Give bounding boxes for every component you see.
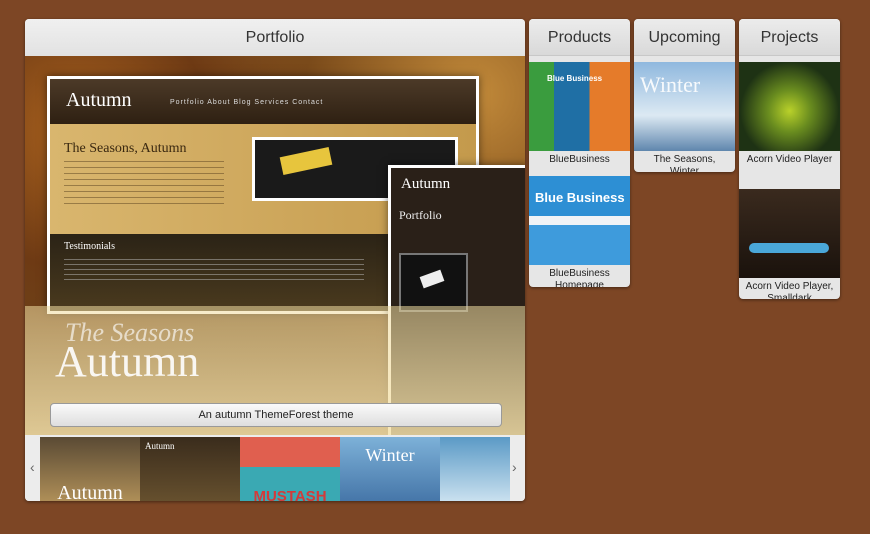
project-label[interactable]: Acorn Video Player: [743, 154, 836, 176]
thumbnail-strip: ‹ Autumn Autumn MUSTASH Winter ›: [25, 435, 525, 501]
thumbnail[interactable]: Autumn: [140, 437, 240, 501]
portfolio-panel: Portfolio Autumn Portfolio About Blog Se…: [25, 19, 525, 501]
portfolio-title: Portfolio: [25, 19, 525, 57]
products-panel: Products BlueBusiness BlueBusiness Homep…: [529, 19, 630, 287]
slide-logo: Autumn: [66, 89, 132, 111]
slide-heading: The Seasons, Autumn: [64, 141, 187, 156]
project-thumbnail[interactable]: [739, 189, 840, 278]
thumbnail[interactable]: Autumn: [40, 437, 140, 501]
product-label[interactable]: BlueBusiness: [533, 154, 626, 176]
chevron-left-icon[interactable]: ‹: [30, 459, 35, 475]
thumbnail[interactable]: MUSTASH: [240, 437, 340, 501]
thumbnail[interactable]: [440, 437, 510, 501]
chevron-right-icon[interactable]: ›: [512, 459, 517, 475]
projects-title: Projects: [739, 19, 840, 56]
projects-panel: Projects Acorn Video Player Acorn Video …: [739, 19, 840, 299]
upcoming-title: Upcoming: [634, 19, 735, 56]
project-label[interactable]: Acorn Video Player, Smalldark: [743, 281, 836, 299]
slide-side-logo: Autumn: [401, 176, 451, 192]
product-thumbnail[interactable]: [529, 176, 630, 265]
thumbnail[interactable]: Winter: [340, 437, 440, 501]
project-thumbnail[interactable]: [739, 62, 840, 151]
product-thumbnail[interactable]: [529, 62, 630, 151]
upcoming-label[interactable]: The Seasons, Winter: [638, 154, 731, 172]
product-label[interactable]: BlueBusiness Homepage: [533, 268, 626, 287]
upcoming-panel: Upcoming The Seasons, Winter: [634, 19, 735, 172]
products-title: Products: [529, 19, 630, 56]
slide-nav: Portfolio About Blog Services Contact: [170, 99, 324, 106]
slide-side-section: Portfolio: [399, 208, 442, 222]
upcoming-thumbnail[interactable]: [634, 62, 735, 151]
slideshow-stage[interactable]: Autumn Portfolio About Blog Services Con…: [25, 56, 525, 435]
slide-caption[interactable]: An autumn ThemeForest theme: [50, 403, 502, 427]
slide-big-title: The Seasons Autumn: [55, 318, 200, 386]
slide-testimonials: Testimonials: [64, 241, 115, 252]
